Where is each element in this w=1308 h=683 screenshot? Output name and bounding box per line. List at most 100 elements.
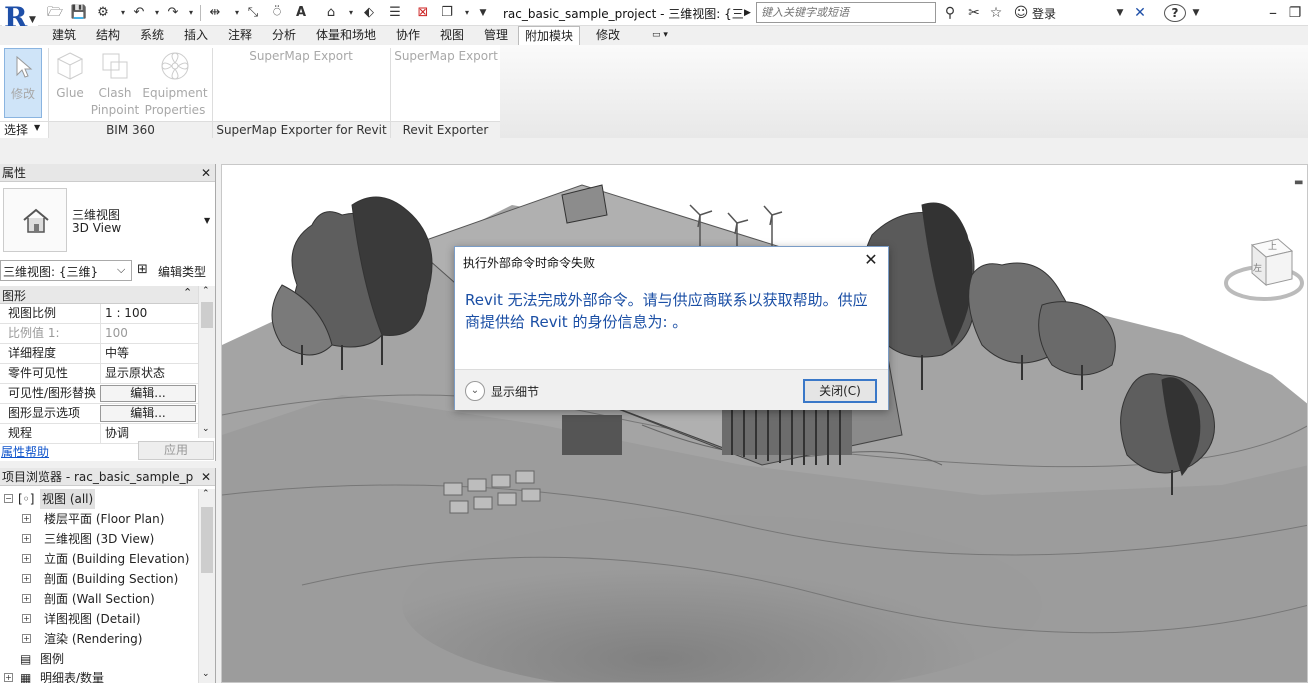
tree-label: 剖面 (Wall Section) <box>44 592 155 606</box>
views-icon: [◦] <box>18 492 35 506</box>
supermap-export-button[interactable]: SuperMap Export <box>216 48 386 65</box>
expand-icon[interactable]: + <box>22 554 31 563</box>
3d-view-icon[interactable]: ⌂ <box>322 4 340 22</box>
tab-architecture[interactable]: 建筑 <box>52 26 76 45</box>
favorites-icon[interactable]: ☆ <box>986 3 1006 23</box>
fan-icon <box>161 52 189 80</box>
customize-icon[interactable]: ▼ <box>474 4 492 22</box>
tag-icon[interactable]: ⍥ <box>268 4 286 22</box>
ribbon-minimize-icon[interactable]: ▭ ▾ <box>652 26 668 45</box>
prop-key: 可见性/图形替换 <box>8 386 97 400</box>
sync-icon[interactable]: ⚙ <box>94 4 112 22</box>
exchange-icon[interactable]: ✕ <box>1130 3 1150 23</box>
prop-value[interactable]: 显示原状态 <box>100 364 197 383</box>
browser-header: 项目浏览器 - rac_basic_sample_pro... ✕ <box>0 468 215 486</box>
expand-icon[interactable]: + <box>22 514 31 523</box>
save-icon[interactable]: 💾 <box>70 4 88 22</box>
undo-icon[interactable]: ↶ <box>130 4 148 22</box>
chevron-down-icon[interactable]: ▼ <box>1114 3 1126 23</box>
search-input[interactable] <box>756 2 936 23</box>
clash-pinpoint-button[interactable]: Clash Pinpoint <box>90 50 140 118</box>
close-hidden-icon[interactable]: ⊠ <box>414 4 432 22</box>
select-dropdown[interactable]: 选择 <box>4 121 28 138</box>
close-icon[interactable]: ✕ <box>201 164 211 182</box>
open-icon[interactable]: 🗁 <box>46 4 64 22</box>
viewport-menu-icon[interactable]: ▬ <box>1294 177 1303 188</box>
login-link[interactable]: 登录 <box>1032 5 1056 22</box>
chevron-down-icon[interactable]: ▼ <box>204 216 210 225</box>
close-icon[interactable]: ✕ <box>862 251 880 269</box>
subscription-icon[interactable]: ✂ <box>964 3 984 23</box>
show-details-label[interactable]: 显示细节 <box>491 383 539 400</box>
collapse-icon[interactable]: − <box>4 494 13 503</box>
chevron-up-icon[interactable]: ⌃ <box>202 489 210 499</box>
modify-button[interactable]: 修改 <box>4 48 42 118</box>
scroll-thumb[interactable] <box>201 507 213 573</box>
chevron-up-icon[interactable]: ⌃ <box>202 286 210 296</box>
expand-icon[interactable]: + <box>22 534 31 543</box>
tab-insert[interactable]: 插入 <box>184 26 208 45</box>
help-icon[interactable]: ? <box>1164 4 1186 22</box>
viewcube-left-label[interactable]: 左 <box>1253 261 1262 274</box>
tab-structure[interactable]: 结构 <box>96 26 120 45</box>
thin-lines-icon[interactable]: ☰ <box>386 4 404 22</box>
section-header[interactable]: 图形 ⌃ <box>0 286 198 304</box>
edit-vg-button[interactable]: 编辑... <box>100 385 196 402</box>
tab-annotate[interactable]: 注释 <box>228 26 252 45</box>
chevron-right-icon[interactable]: ▶ <box>744 4 754 22</box>
scroll-thumb[interactable] <box>201 302 213 328</box>
glue-button[interactable]: Glue <box>52 50 88 118</box>
text-icon[interactable]: A <box>292 4 310 22</box>
tab-modify[interactable]: 修改 <box>596 26 620 45</box>
view-selector[interactable]: 三维视图: {三维} ⌵ <box>0 260 132 281</box>
viewcube-top-label[interactable]: 上 <box>1268 239 1277 252</box>
close-icon[interactable]: ✕ <box>201 468 211 486</box>
tab-analyze[interactable]: 分析 <box>272 26 296 45</box>
equipment-properties-button[interactable]: Equipment Properties <box>142 50 208 118</box>
tab-addins[interactable]: 附加模块 <box>518 26 581 45</box>
tab-view[interactable]: 视图 <box>440 26 464 45</box>
chevron-down-icon[interactable]: ⌄ <box>202 669 210 679</box>
chevron-down-icon[interactable]: ▼ <box>34 123 40 132</box>
ribbon-empty-area <box>500 45 1308 138</box>
expand-details-icon[interactable]: ⌄ <box>465 381 485 401</box>
expand-icon[interactable]: + <box>22 594 31 603</box>
close-dialog-button[interactable]: 关闭(C) <box>803 379 877 403</box>
properties-scrollbar[interactable]: ⌃ ⌄ <box>198 286 215 438</box>
edit-type-button[interactable]: ⊞ 编辑类型 <box>137 262 215 280</box>
viewcube[interactable]: 上 左 <box>1222 225 1306 309</box>
apply-button[interactable]: 应用 <box>138 441 214 460</box>
prop-value[interactable]: 中等 <box>100 344 197 363</box>
expand-icon[interactable]: + <box>22 614 31 623</box>
user-icon[interactable]: ☺ <box>1012 3 1030 23</box>
expand-icon[interactable]: + <box>22 574 31 583</box>
chevron-down-icon[interactable]: ⌄ <box>202 424 210 434</box>
chevron-down-icon[interactable]: ▾ <box>182 4 200 22</box>
tab-collaborate[interactable]: 协作 <box>396 26 420 45</box>
clash-icon <box>102 53 128 79</box>
switch-windows-icon[interactable]: ❐ <box>438 4 456 22</box>
edit-graphics-button[interactable]: 编辑... <box>100 405 196 422</box>
supermap-export-button-2[interactable]: SuperMap Export <box>392 48 500 65</box>
window-title: rac_basic_sample_project - 三维视图: {三... <box>503 7 743 21</box>
tab-systems[interactable]: 系统 <box>140 26 164 45</box>
restore-icon[interactable]: ❐ <box>1284 3 1306 23</box>
type-name-en: 3D View <box>72 221 122 235</box>
expand-icon[interactable]: + <box>22 634 31 643</box>
browser-scrollbar[interactable]: ⌃ ⌄ <box>198 489 215 683</box>
redo-icon[interactable]: ↷ <box>164 4 182 22</box>
prop-value[interactable]: 1 : 100 <box>100 304 197 323</box>
chevron-down-icon[interactable]: ▼ <box>1190 3 1202 23</box>
dimension-icon[interactable]: ⤡ <box>244 4 262 22</box>
prop-key: 图形显示选项 <box>8 406 81 420</box>
binoculars-icon[interactable]: ⚲ <box>940 3 960 23</box>
properties-help-link[interactable]: 属性帮助 <box>1 443 49 460</box>
tab-manage[interactable]: 管理 <box>484 26 508 45</box>
section-icon[interactable]: ⬖ <box>360 4 378 22</box>
expand-icon[interactable]: + <box>4 673 13 682</box>
measure-icon[interactable]: ⇹ <box>206 4 224 22</box>
chevron-down-icon[interactable]: ▾ <box>342 4 360 22</box>
3d-viewport[interactable]: 上 左 ▬ <box>221 164 1308 683</box>
minimize-icon[interactable]: – <box>1262 3 1284 23</box>
tab-massing-site[interactable]: 体量和场地 <box>316 26 376 45</box>
